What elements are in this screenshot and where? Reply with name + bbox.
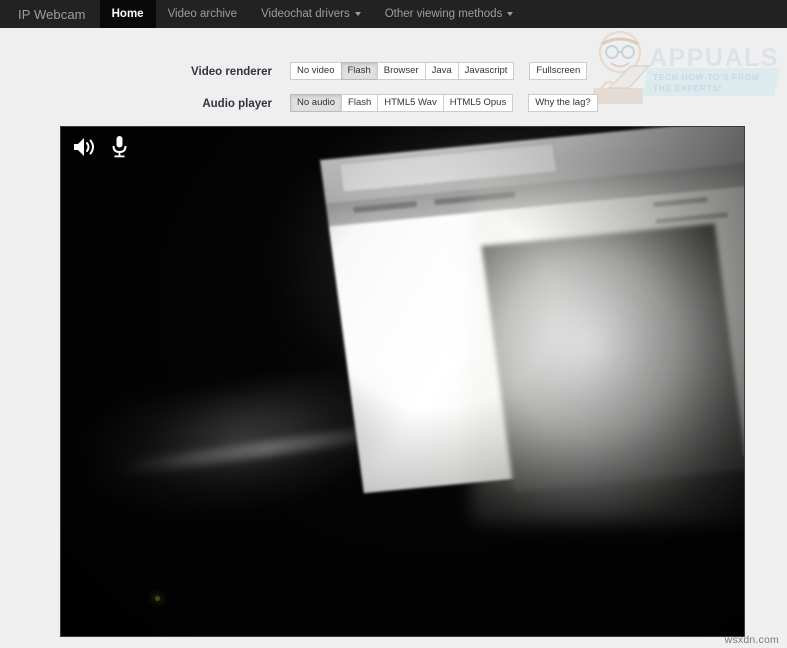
video-renderer-option-java[interactable]: Java [424, 62, 459, 80]
nav-item-other-viewing-methods-label: Other viewing methods [384, 8, 503, 20]
webcam-video-player[interactable] [60, 126, 745, 637]
overexposed-highlight [470, 167, 744, 525]
video-renderer-row: Video renderer No video Flash Browser Ja… [0, 62, 787, 94]
video-renderer-option-no-video[interactable]: No video [290, 62, 342, 80]
nav-item-video-archive-label: Video archive [167, 8, 238, 20]
why-the-lag-button[interactable]: Why the lag? [528, 94, 598, 112]
audio-player-option-html5-wav[interactable]: HTML5 Wav [377, 94, 444, 112]
source-url-watermark: wsxdn.com [724, 634, 779, 646]
renderer-controls: Video renderer No video Flash Browser Ja… [0, 28, 787, 126]
audio-player-button-group: No audio Flash HTML5 Wav HTML5 Opus [290, 94, 514, 112]
speaker-volume-icon[interactable] [71, 135, 97, 159]
nav-item-home[interactable]: Home [99, 0, 156, 28]
chevron-down-icon [507, 12, 514, 16]
top-navbar: IP Webcam Home Video archive Videochat d… [0, 0, 787, 28]
audio-player-option-flash[interactable]: Flash [341, 94, 379, 112]
nav-item-videochat-drivers-label: Videochat drivers [261, 8, 350, 20]
nav-item-video-archive[interactable]: Video archive [156, 0, 249, 28]
chevron-down-icon [354, 12, 361, 16]
nav-item-home-label: Home [111, 8, 144, 20]
video-renderer-option-flash[interactable]: Flash [340, 62, 378, 80]
video-renderer-button-group: No video Flash Browser Java Javascript [290, 62, 515, 80]
fullscreen-button[interactable]: Fullscreen [529, 62, 588, 80]
nav-item-videochat-drivers[interactable]: Videochat drivers [249, 0, 373, 28]
microphone-icon[interactable] [111, 135, 128, 159]
device-led-indicator [154, 596, 160, 602]
audio-player-option-no-audio[interactable]: No audio [290, 94, 343, 112]
audio-player-row: Audio player No audio Flash HTML5 Wav HT… [0, 94, 787, 126]
brand-logo[interactable]: IP Webcam [0, 0, 100, 28]
audio-player-option-html5-opus[interactable]: HTML5 Opus [442, 94, 514, 112]
nav-item-other-viewing-methods[interactable]: Other viewing methods [373, 0, 526, 28]
video-renderer-option-browser[interactable]: Browser [376, 62, 426, 80]
webcam-video-frame [61, 127, 744, 636]
audio-player-label: Audio player [202, 98, 272, 110]
video-renderer-option-javascript[interactable]: Javascript [457, 62, 515, 80]
player-overlay-controls [71, 135, 128, 159]
video-renderer-label: Video renderer [191, 66, 272, 78]
